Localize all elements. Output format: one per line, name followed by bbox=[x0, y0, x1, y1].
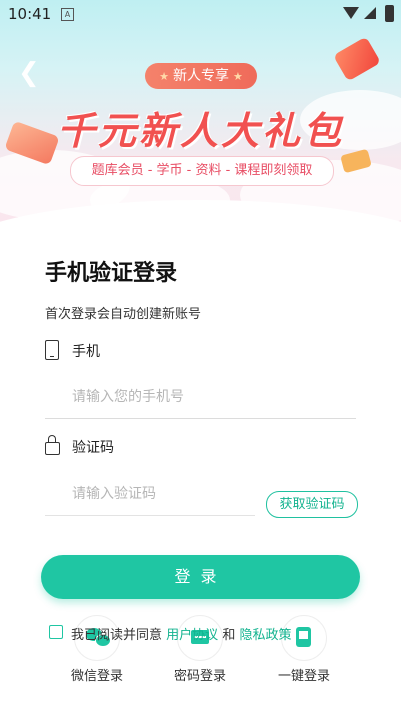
status-time: 10:41 bbox=[8, 5, 52, 23]
new-user-badge: ★ 新人专享 ★ bbox=[145, 63, 257, 89]
promo-tagline: 题库会员 - 学币 - 资料 - 课程即刻领取 bbox=[70, 156, 334, 186]
promo-headline: 千元新人大礼包 bbox=[56, 109, 344, 153]
agreement-text: 我已阅读并同意 用户协议 和 隐私政策 bbox=[71, 624, 291, 643]
one-tap-icon bbox=[296, 627, 311, 647]
promo-banner: 10:41 A ❮ ★ 新人专享 ★ 千元新人大礼包 题库会员 - 学币 - 资料 … bbox=[0, 0, 401, 230]
back-arrow-icon[interactable]: ❮ bbox=[18, 60, 40, 86]
agreement-prefix: 我已阅读并同意 bbox=[71, 628, 163, 643]
login-button[interactable]: 登录 bbox=[41, 555, 360, 599]
one-tap-login-label: 一键登录 bbox=[277, 669, 330, 684]
star-icon: ★ bbox=[233, 70, 243, 83]
password-login-label: 密码登录 bbox=[173, 669, 226, 684]
sim-icon: A bbox=[61, 8, 74, 21]
phone-label: 手机 bbox=[72, 344, 100, 360]
page-subtitle: 首次登录会自动创建新账号 bbox=[45, 307, 202, 322]
star-icon: ★ bbox=[159, 70, 169, 83]
wifi-icon bbox=[343, 7, 359, 19]
signal-icon bbox=[364, 7, 376, 19]
code-input[interactable] bbox=[45, 472, 255, 516]
agreement-checkbox[interactable] bbox=[49, 625, 63, 639]
status-bar: 10:41 A bbox=[0, 0, 401, 28]
code-label: 验证码 bbox=[72, 440, 114, 456]
privacy-policy-link[interactable]: 隐私政策 bbox=[239, 628, 291, 643]
wechat-login-label: 微信登录 bbox=[70, 669, 123, 684]
badge-label: 新人专享 bbox=[173, 68, 229, 84]
phone-icon bbox=[45, 340, 59, 360]
get-code-button[interactable]: 获取验证码 bbox=[266, 491, 358, 518]
page-title: 手机验证登录 bbox=[45, 261, 178, 286]
battery-icon bbox=[385, 5, 394, 22]
red-envelope-icon bbox=[333, 36, 381, 82]
phone-input[interactable] bbox=[45, 375, 356, 419]
user-agreement-link[interactable]: 用户协议 bbox=[166, 628, 218, 643]
agreement-and: 和 bbox=[222, 628, 236, 643]
lock-icon bbox=[45, 435, 60, 455]
